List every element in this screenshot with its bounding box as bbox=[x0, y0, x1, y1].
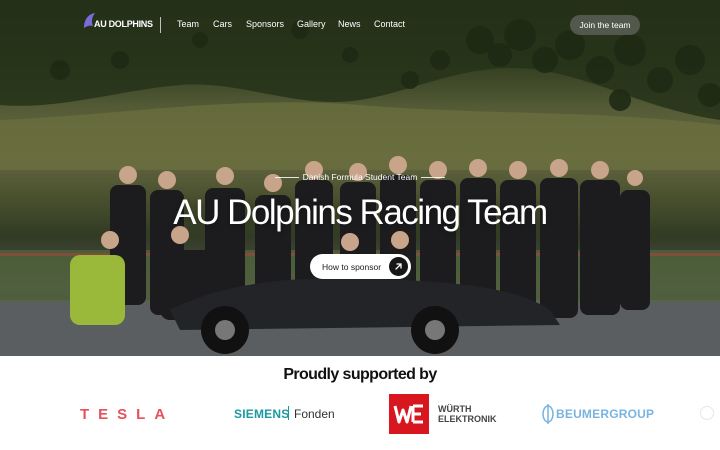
join-team-button[interactable]: Join the team bbox=[570, 15, 640, 35]
hero-section: AU DOLPHINS Team Cars Sponsors Gallery N… bbox=[0, 0, 720, 356]
siemens-fonden-divider bbox=[288, 406, 289, 420]
siemens-logo[interactable]: SIEMENS bbox=[234, 407, 289, 421]
beumer-logo-icon[interactable] bbox=[542, 403, 554, 425]
eyebrow-line-right bbox=[421, 177, 445, 178]
top-navigation: AU DOLPHINS Team Cars Sponsors Gallery N… bbox=[0, 0, 720, 50]
nav-link-cars[interactable]: Cars bbox=[213, 19, 232, 29]
nav-link-team[interactable]: Team bbox=[177, 19, 199, 29]
how-to-sponsor-label: How to sponsor bbox=[322, 262, 382, 272]
partner-logo-faded bbox=[700, 406, 714, 420]
fonden-logo-text[interactable]: Fonden bbox=[294, 407, 335, 421]
hero-title: AU Dolphins Racing Team bbox=[173, 193, 548, 232]
tesla-logo[interactable]: TESLA bbox=[80, 406, 174, 423]
nav-link-gallery[interactable]: Gallery bbox=[297, 19, 326, 29]
how-to-sponsor-button[interactable]: How to sponsor bbox=[310, 254, 411, 279]
nav-link-sponsors[interactable]: Sponsors bbox=[246, 19, 284, 29]
wurth-line1: WÜRTH bbox=[438, 404, 472, 414]
nav-divider bbox=[160, 17, 161, 33]
nav-link-contact[interactable]: Contact bbox=[374, 19, 405, 29]
brand-logo-text[interactable]: AU DOLPHINS bbox=[94, 19, 153, 29]
beumer-group-logo[interactable]: BEUMERGROUP bbox=[556, 407, 654, 421]
wurth-elektronik-logo-text[interactable]: WÜRTH ELEKTRONIK bbox=[438, 404, 497, 424]
wurth-elektronik-logo-icon[interactable] bbox=[389, 394, 429, 434]
arrow-up-right-icon bbox=[389, 257, 408, 276]
wurth-line2: ELEKTRONIK bbox=[438, 414, 497, 424]
nav-link-news[interactable]: News bbox=[338, 19, 361, 29]
hero-eyebrow: Danish Formula Student Team bbox=[302, 172, 418, 182]
supporters-title: Proudly supported by bbox=[283, 366, 437, 383]
